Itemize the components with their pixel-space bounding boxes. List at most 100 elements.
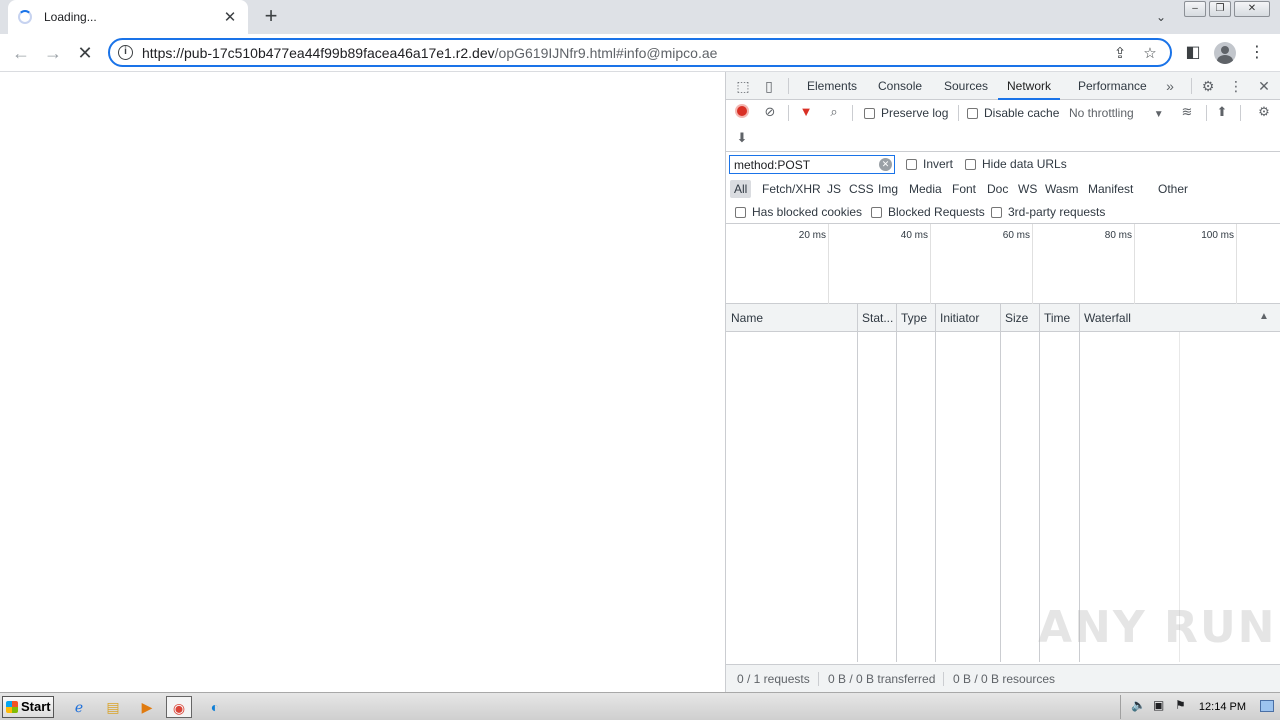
anyrun-watermark: ANY RUN: [1038, 602, 1277, 653]
address-bar[interactable]: i https://pub-17c510b477ea44f99b89facea4…: [108, 38, 1172, 67]
url-host: https://pub-17c510b477ea44f99b89facea46a…: [142, 44, 495, 61]
record-icon[interactable]: [735, 104, 749, 118]
blocked-requests-label: Blocked Requests: [888, 205, 985, 219]
type-all[interactable]: All: [730, 180, 752, 198]
settings-gear-icon[interactable]: ⚙: [1198, 76, 1218, 96]
action-center-flag-icon[interactable]: ⚑: [1175, 698, 1186, 712]
url-text[interactable]: https://pub-17c510b477ea44f99b89facea46a…: [142, 45, 1102, 61]
clear-icon[interactable]: ⊘: [762, 103, 778, 121]
invert-checkbox[interactable]: Invert: [906, 155, 953, 173]
site-info-icon[interactable]: i: [118, 45, 133, 60]
type-ws[interactable]: WS: [1014, 180, 1041, 198]
url-path: /opG619IJNfr9.html#info@mipco.ae: [494, 44, 718, 61]
type-manifest[interactable]: Manifest: [1084, 180, 1137, 198]
page-content: [0, 72, 725, 692]
tab-network[interactable]: Network: [998, 72, 1061, 100]
file-explorer-icon[interactable]: ▤: [100, 696, 126, 718]
close-window-button[interactable]: ✕: [1234, 1, 1270, 17]
column-type[interactable]: Type: [896, 304, 935, 332]
system-tray: 🔈 ▣ ⚑ 12:14 PM: [1120, 695, 1280, 719]
hide-data-urls-label: Hide data URLs: [982, 157, 1067, 171]
filter-input[interactable]: [729, 155, 895, 174]
chrome-icon[interactable]: ◉: [166, 696, 192, 718]
taskbar-clock[interactable]: 12:14 PM: [1199, 695, 1246, 719]
device-toolbar-icon[interactable]: ▯: [759, 76, 779, 96]
inspect-element-icon[interactable]: ⬚: [733, 76, 753, 96]
stop-loading-button[interactable]: ✕: [72, 40, 98, 66]
network-settings-icon[interactable]: ⚙: [1255, 103, 1273, 121]
side-panel-icon[interactable]: ◧: [1180, 40, 1206, 66]
search-icon[interactable]: ⌕: [826, 103, 842, 121]
forward-button[interactable]: →: [40, 40, 66, 66]
more-tabs-icon[interactable]: »: [1160, 76, 1180, 96]
throttling-select[interactable]: No throttling ▼: [1069, 104, 1164, 122]
type-fetch-xhr[interactable]: Fetch/XHR: [758, 180, 825, 198]
preserve-log-checkbox[interactable]: Preserve log: [864, 104, 948, 122]
loading-spinner-icon: [18, 10, 32, 24]
type-media[interactable]: Media: [905, 180, 946, 198]
column-time[interactable]: Time: [1039, 304, 1079, 332]
column-waterfall[interactable]: Waterfall: [1079, 304, 1249, 332]
tab-sources[interactable]: Sources: [935, 72, 997, 100]
type-img[interactable]: Img: [874, 180, 902, 198]
media-player-icon[interactable]: ▶: [134, 696, 160, 718]
tab-console[interactable]: Console: [869, 72, 931, 100]
bookmark-star-icon[interactable]: ☆: [1138, 44, 1162, 62]
overview-tick-label: 20 ms: [798, 230, 826, 241]
profile-button[interactable]: [1212, 40, 1238, 66]
hide-data-urls-checkbox[interactable]: Hide data URLs: [965, 155, 1067, 173]
tab-performance[interactable]: Performance: [1069, 72, 1156, 100]
type-js[interactable]: JS: [823, 180, 845, 198]
show-desktop-icon[interactable]: [1260, 700, 1274, 712]
tab-close-icon[interactable]: ✕: [222, 8, 238, 26]
filter-row: ✕ Invert Hide data URLs: [726, 152, 1280, 176]
type-wasm[interactable]: Wasm: [1041, 180, 1083, 198]
clear-filter-icon[interactable]: ✕: [879, 158, 892, 171]
disable-cache-box: [967, 108, 978, 120]
browser-tab[interactable]: Loading... ✕: [8, 0, 248, 34]
has-blocked-cookies-box: [735, 207, 746, 219]
hide-data-urls-box: [965, 159, 976, 171]
column-initiator[interactable]: Initiator: [935, 304, 1000, 332]
network-conditions-icon[interactable]: ≋: [1178, 103, 1196, 121]
tab-elements[interactable]: Elements: [798, 72, 866, 100]
start-label: Start: [21, 699, 51, 714]
disable-cache-checkbox[interactable]: Disable cache: [967, 104, 1059, 122]
share-icon[interactable]: ⇪: [1108, 44, 1132, 62]
browser-menu-icon[interactable]: ⋮: [1244, 40, 1270, 66]
type-other[interactable]: Other: [1154, 180, 1192, 198]
type-css[interactable]: CSS: [845, 180, 878, 198]
overview-tick-label: 100 ms: [1201, 230, 1234, 241]
internet-explorer-icon[interactable]: ℯ: [66, 696, 92, 718]
minimize-button[interactable]: –: [1184, 1, 1206, 17]
blocked-requests-checkbox[interactable]: Blocked Requests: [871, 203, 985, 221]
back-button[interactable]: ←: [8, 40, 34, 66]
restore-button[interactable]: ❐: [1209, 1, 1231, 17]
tab-search-chevron-icon[interactable]: ⌄: [1150, 6, 1172, 28]
sort-ascending-icon[interactable]: ▲: [1259, 311, 1269, 322]
import-har-icon[interactable]: ⬆: [1214, 103, 1230, 121]
type-font[interactable]: Font: [948, 180, 980, 198]
edge-icon[interactable]: ◐: [202, 696, 228, 718]
dropdown-arrow-icon: ▼: [1153, 109, 1164, 120]
devtools-menu-icon[interactable]: ⋮: [1226, 76, 1246, 96]
transferred-size: 0 B / 0 B transferred: [828, 672, 936, 686]
devtools-panel: ⬚ ▯ Elements Console Sources Network Per…: [725, 72, 1280, 692]
column-name[interactable]: Name: [726, 304, 857, 332]
third-party-requests-checkbox[interactable]: 3rd-party requests: [991, 203, 1105, 221]
network-overview[interactable]: 20 ms 40 ms 60 ms 80 ms 100 ms: [726, 224, 1280, 304]
start-button[interactable]: Start: [2, 696, 54, 718]
network-tray-icon[interactable]: ▣: [1153, 698, 1164, 712]
windows-taskbar: Start ℯ ▤ ▶ ◉ ◐ 🔈 ▣ ⚑ 12:14 PM: [0, 692, 1280, 720]
filter-icon[interactable]: ▼: [798, 103, 814, 121]
column-status[interactable]: Stat...: [857, 304, 896, 332]
export-har-icon[interactable]: ⬇: [734, 129, 750, 147]
volume-icon[interactable]: 🔈: [1131, 698, 1146, 712]
close-devtools-icon[interactable]: ✕: [1254, 76, 1274, 96]
devtools-tabbar: ⬚ ▯ Elements Console Sources Network Per…: [726, 72, 1280, 100]
has-blocked-cookies-checkbox[interactable]: Has blocked cookies: [735, 203, 862, 221]
column-size[interactable]: Size: [1000, 304, 1039, 332]
new-tab-button[interactable]: +: [258, 4, 284, 30]
requests-table-header: Name Stat... Type Initiator Size Time Wa…: [726, 304, 1280, 332]
type-doc[interactable]: Doc: [983, 180, 1012, 198]
